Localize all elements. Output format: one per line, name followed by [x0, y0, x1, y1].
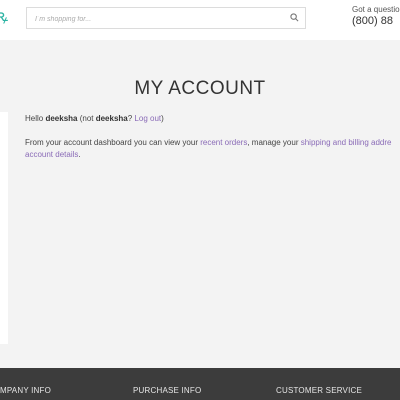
site-footer: MPANY INFO PURCHASE INFO CUSTOMER SERVIC…: [0, 368, 400, 400]
account-sidebar: [0, 112, 8, 344]
contact-phone[interactable]: (800) 88: [352, 15, 400, 27]
greeting-hello: Hello: [25, 114, 46, 123]
contact-question: Got a question: [352, 5, 400, 14]
greeting-not-username: deeksha: [95, 114, 128, 123]
contact-info: Got a question (800) 88: [352, 5, 400, 27]
account-details-link[interactable]: account details: [25, 150, 78, 159]
dashboard-middle: , manage your: [247, 138, 301, 147]
footer-customer-service: CUSTOMER SERVICE: [276, 386, 363, 395]
logout-link[interactable]: Log out: [134, 114, 161, 123]
addresses-link[interactable]: shipping and billing addre: [301, 138, 392, 147]
site-logo[interactable]: ꝶ: [0, 8, 8, 26]
search-box: [26, 7, 306, 29]
dashboard-prefix: From your account dashboard you can view…: [25, 138, 201, 147]
search-input[interactable]: [33, 10, 287, 28]
page-title: MY ACCOUNT: [134, 78, 266, 99]
footer-purchase-info: PURCHASE INFO: [133, 386, 202, 395]
greeting-text: Hello deeksha (not deeksha? Log out): [25, 114, 164, 123]
site-header: ꝶ Got a question (800) 88: [0, 0, 400, 40]
greeting-not: (not: [77, 114, 96, 123]
greeting-close: ): [161, 114, 164, 123]
dashboard-text: From your account dashboard you can view…: [25, 137, 400, 161]
footer-company-info: MPANY INFO: [0, 386, 52, 395]
greeting-username: deeksha: [45, 114, 78, 123]
dashboard-suffix: .: [78, 150, 81, 159]
search-icon[interactable]: [290, 13, 299, 22]
recent-orders-link[interactable]: recent orders: [200, 138, 247, 147]
